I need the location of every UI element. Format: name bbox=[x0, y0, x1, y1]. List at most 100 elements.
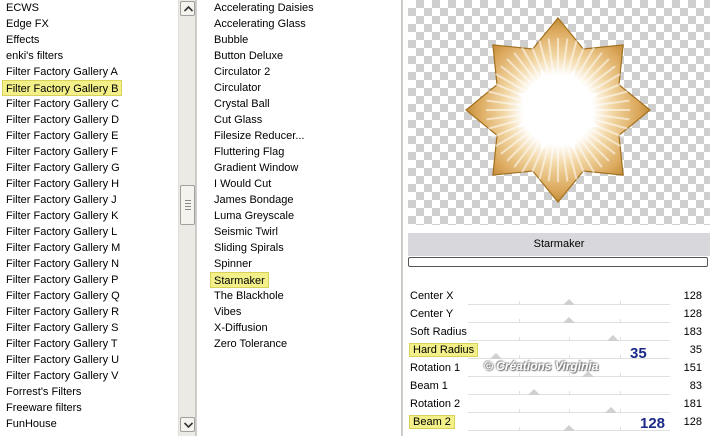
filter-item[interactable]: Starmaker bbox=[210, 272, 269, 288]
param-label: Soft Radius bbox=[410, 326, 467, 338]
param-slider-marker[interactable] bbox=[563, 317, 576, 323]
filter-item[interactable]: The Blackhole bbox=[214, 288, 284, 304]
param-label: Hard Radius bbox=[409, 343, 479, 357]
category-item[interactable]: Filter Factory Gallery C bbox=[6, 96, 119, 112]
category-item[interactable]: Filter Factory Gallery G bbox=[6, 160, 120, 176]
category-item[interactable]: Effects bbox=[6, 32, 39, 48]
param-slider-track[interactable] bbox=[468, 407, 670, 413]
param-slider-marker[interactable] bbox=[527, 389, 540, 395]
hard-radius-annotation: 35 bbox=[630, 345, 647, 362]
filter-item[interactable]: Button Deluxe bbox=[214, 48, 283, 64]
param-slider-marker[interactable] bbox=[563, 299, 576, 305]
filter-item[interactable]: Sliding Spirals bbox=[214, 240, 284, 256]
scroll-up-button[interactable] bbox=[180, 1, 195, 16]
filter-item[interactable]: Gradient Window bbox=[214, 160, 298, 176]
category-item[interactable]: Filter Factory Gallery F bbox=[6, 144, 118, 160]
scroll-down-button[interactable] bbox=[180, 417, 195, 432]
filter-item[interactable]: Zero Tolerance bbox=[214, 336, 287, 352]
param-row[interactable]: Beam 1 83 bbox=[408, 378, 710, 396]
progress-bar bbox=[408, 257, 708, 267]
param-value: 128 bbox=[683, 416, 702, 428]
param-row[interactable]: Center X 128 bbox=[408, 288, 710, 306]
param-value: 83 bbox=[689, 380, 702, 392]
category-item[interactable]: Filter Factory Gallery U bbox=[6, 352, 119, 368]
watermark: © Créations Virginia bbox=[484, 359, 599, 373]
param-value: 151 bbox=[683, 362, 702, 374]
category-item[interactable]: ECWS bbox=[6, 0, 39, 16]
category-item[interactable]: Filter Factory Gallery E bbox=[6, 128, 118, 144]
category-item[interactable]: Freeware filters bbox=[6, 400, 82, 416]
param-label: Rotation 1 bbox=[410, 362, 461, 374]
filter-item[interactable]: Accelerating Daisies bbox=[214, 0, 314, 16]
param-slider-marker[interactable] bbox=[606, 335, 619, 341]
param-slider-marker[interactable] bbox=[605, 407, 618, 413]
filter-item[interactable]: Seismic Twirl bbox=[214, 224, 278, 240]
param-label: Center X bbox=[410, 290, 454, 302]
filter-item[interactable]: Crystal Ball bbox=[214, 96, 270, 112]
param-value: 183 bbox=[683, 326, 702, 338]
filter-item[interactable]: X-Diffusion bbox=[214, 320, 268, 336]
chevron-down-icon bbox=[184, 422, 193, 428]
filter-item[interactable]: Vibes bbox=[214, 304, 241, 320]
filter-item[interactable]: Luma Greyscale bbox=[214, 208, 294, 224]
param-label: Beam 1 bbox=[410, 380, 448, 392]
chevron-up-icon bbox=[184, 6, 193, 12]
param-slider-track[interactable] bbox=[468, 299, 670, 305]
param-row[interactable]: Rotation 2 181 bbox=[408, 396, 710, 414]
filter-item[interactable]: Spinner bbox=[214, 256, 252, 272]
scroll-thumb[interactable] bbox=[180, 185, 195, 225]
category-item[interactable]: Filter Factory Gallery J bbox=[6, 192, 117, 208]
param-value: 128 bbox=[683, 308, 702, 320]
preview-canvas bbox=[408, 0, 710, 225]
param-value: 128 bbox=[683, 290, 702, 302]
param-slider-track[interactable] bbox=[468, 335, 670, 341]
filter-item[interactable]: Circulator 2 bbox=[214, 64, 270, 80]
filter-item[interactable]: Cut Glass bbox=[214, 112, 262, 128]
star-preview-image bbox=[465, 17, 651, 203]
category-item[interactable]: Filter Factory Gallery D bbox=[6, 112, 119, 128]
category-item[interactable]: Filter Factory Gallery B bbox=[2, 80, 123, 96]
category-item[interactable]: Filter Factory Gallery H bbox=[6, 176, 119, 192]
param-row[interactable]: Hard Radius 35 bbox=[408, 342, 710, 360]
filter-list[interactable]: Accelerating Daisies Accelerating Glass Bu… bbox=[197, 0, 402, 436]
category-item[interactable]: Filter Factory Gallery R bbox=[6, 304, 119, 320]
filter-title: Starmaker bbox=[533, 238, 585, 250]
category-list[interactable]: ECWS Edge FX Effects enki's filters Filter F… bbox=[0, 0, 178, 436]
filter-item[interactable]: Filesize Reducer... bbox=[214, 128, 304, 144]
param-slider-marker[interactable] bbox=[563, 425, 576, 431]
category-item[interactable]: Filter Factory Gallery S bbox=[6, 320, 118, 336]
filter-item[interactable]: Circulator bbox=[214, 80, 261, 96]
category-item[interactable]: Filter Factory Gallery L bbox=[6, 224, 117, 240]
param-value: 35 bbox=[689, 344, 702, 356]
category-item[interactable]: Filter Factory Gallery P bbox=[6, 272, 118, 288]
filter-item[interactable]: Fluttering Flag bbox=[214, 144, 284, 160]
filter-item[interactable]: Bubble bbox=[214, 32, 248, 48]
param-slider-track[interactable] bbox=[468, 389, 670, 395]
category-item[interactable]: Filter Factory Gallery T bbox=[6, 336, 118, 352]
param-slider-track[interactable] bbox=[468, 371, 670, 377]
param-value: 181 bbox=[683, 398, 702, 410]
category-item[interactable]: enki's filters bbox=[6, 48, 63, 64]
category-item[interactable]: Filter Factory Gallery Q bbox=[6, 288, 120, 304]
category-list-panel: ECWS Edge FX Effects enki's filters Filter F… bbox=[0, 0, 196, 436]
param-slider-track[interactable] bbox=[468, 317, 670, 323]
filter-item[interactable]: James Bondage bbox=[214, 192, 294, 208]
category-item[interactable]: Forrest's Filters bbox=[6, 384, 81, 400]
param-label: Center Y bbox=[410, 308, 454, 320]
category-item[interactable]: Filter Factory Gallery K bbox=[6, 208, 118, 224]
param-label: Beam 2 bbox=[409, 415, 455, 429]
category-item[interactable]: FunHouse bbox=[6, 416, 57, 432]
category-item[interactable]: Filter Factory Gallery M bbox=[6, 240, 120, 256]
filter-item[interactable]: I Would Cut bbox=[214, 176, 271, 192]
category-item[interactable]: Edge FX bbox=[6, 16, 49, 32]
filter-item[interactable]: Accelerating Glass bbox=[214, 16, 306, 32]
category-item[interactable]: Filter Factory Gallery V bbox=[6, 368, 118, 384]
category-item[interactable]: Filter Factory Gallery N bbox=[6, 256, 119, 272]
param-row[interactable]: Soft Radius 183 bbox=[408, 324, 710, 342]
beam-2-annotation: 128 bbox=[640, 415, 666, 432]
param-row[interactable]: Center Y 128 bbox=[408, 306, 710, 324]
category-scrollbar[interactable] bbox=[178, 0, 195, 436]
param-label: Rotation 2 bbox=[410, 398, 461, 410]
category-item[interactable]: Filter Factory Gallery A bbox=[6, 64, 118, 80]
filter-title-bar: Starmaker bbox=[408, 233, 710, 256]
